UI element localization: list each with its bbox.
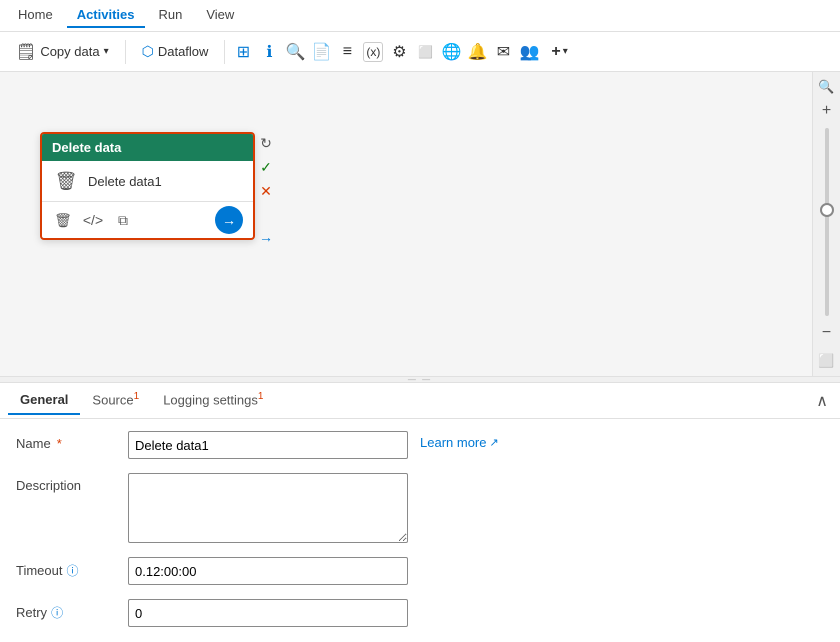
mail-icon[interactable]: ✉ — [493, 42, 513, 62]
search-zoom-icon[interactable]: 🔍 — [816, 76, 838, 98]
tab-general[interactable]: General — [8, 386, 80, 415]
external-link-icon: ↗ — [489, 436, 498, 449]
copy-data-chevron: ▾ — [104, 46, 109, 57]
nav-activities[interactable]: Activities — [67, 3, 145, 28]
refresh-btn[interactable]: ↻ — [255, 132, 277, 154]
plus-icon: + — [551, 43, 560, 61]
timeout-input[interactable] — [128, 557, 408, 585]
activity-header: Delete data — [42, 134, 253, 161]
info-icon[interactable]: ℹ — [259, 42, 279, 62]
teams-icon[interactable]: 👥 — [519, 42, 539, 62]
tab-logging[interactable]: Logging settings1 — [151, 385, 275, 415]
tab-general-label: General — [20, 392, 68, 407]
dataflow-icon: ⬡ — [142, 43, 154, 60]
dataflow-button[interactable]: ⬡ Dataflow — [134, 39, 217, 64]
code-icon[interactable]: </> — [82, 209, 104, 231]
top-nav: Home Activities Run View — [0, 0, 840, 32]
name-required: * — [57, 436, 62, 451]
close-btn[interactable]: ✕ — [255, 180, 277, 202]
copy-data-icon: 🗒 — [16, 42, 36, 62]
toolbar-divider-2 — [224, 40, 225, 64]
notification-icon[interactable]: 🔔 — [467, 42, 487, 62]
zoom-thumb[interactable] — [820, 203, 834, 217]
activity-name: Delete data1 — [88, 174, 162, 189]
check-btn[interactable]: ✓ — [255, 156, 277, 178]
description-row: Description — [16, 473, 824, 543]
arrow-btn[interactable]: → — [255, 226, 277, 248]
activity-body: 🗑 Delete data1 — [42, 161, 253, 202]
toolbar-divider-1 — [125, 40, 126, 64]
add-button[interactable]: + ▾ — [545, 39, 573, 65]
plus-chevron: ▾ — [563, 46, 568, 57]
bottom-panel: General Source1 Logging settings1 ∧ Name… — [0, 382, 840, 642]
source-badge: 1 — [134, 391, 140, 402]
retry-row: Retry ⓘ — [16, 599, 824, 627]
zoom-slider[interactable] — [825, 128, 829, 316]
frame-icon[interactable]: ⬜ — [415, 42, 435, 62]
dataflow-label: Dataflow — [158, 44, 209, 59]
formula-icon[interactable]: (x) — [363, 42, 383, 62]
activity-footer: 🗑 </> ⧉ → — [42, 202, 253, 238]
grid-icon[interactable]: ⊞ — [233, 42, 253, 62]
nav-view[interactable]: View — [196, 3, 244, 28]
tab-source[interactable]: Source1 — [80, 385, 151, 415]
fit-screen-button[interactable]: ⬜ — [816, 350, 838, 372]
copy-activity-icon[interactable]: ⧉ — [112, 209, 134, 231]
description-input[interactable] — [128, 473, 408, 543]
globe-icon[interactable]: 🌐 — [441, 42, 461, 62]
nav-run[interactable]: Run — [149, 3, 193, 28]
name-row: Name * Learn more ↗ — [16, 431, 824, 459]
document-icon[interactable]: 📄 — [311, 42, 331, 62]
nav-home[interactable]: Home — [8, 3, 63, 28]
logging-badge: 1 — [258, 391, 264, 402]
toolbar: 🗒 Copy data ▾ ⬡ Dataflow ⊞ ℹ 🔍 📄 ≡ (x) ⚙… — [0, 32, 840, 72]
activity-node[interactable]: Delete data 🗑 Delete data1 🗑 </> ⧉ → — [40, 132, 255, 240]
copy-data-button[interactable]: 🗒 Copy data ▾ — [8, 38, 117, 66]
zoom-controls: 🔍 + − ⬜ — [812, 72, 840, 376]
retry-label: Retry ⓘ — [16, 599, 116, 621]
node-side-controls: ↻ ✓ ✕ → — [255, 132, 277, 248]
description-label: Description — [16, 473, 116, 493]
zoom-out-button[interactable]: − — [816, 322, 838, 344]
timeout-row: Timeout ⓘ — [16, 557, 824, 585]
timeout-label: Timeout ⓘ — [16, 557, 116, 579]
retry-info-icon[interactable]: ⓘ — [51, 604, 63, 621]
activity-title: Delete data — [52, 140, 121, 155]
name-label: Name * — [16, 431, 116, 451]
retry-input[interactable] — [128, 599, 408, 627]
delete-activity-icon[interactable]: 🗑 — [52, 209, 74, 231]
name-input[interactable] — [128, 431, 408, 459]
form-content: Name * Learn more ↗ Description Timeout … — [0, 419, 840, 642]
tab-source-label: Source — [92, 393, 133, 408]
activity-trash-icon: 🗑 — [52, 167, 80, 195]
learn-more-link[interactable]: Learn more ↗ — [420, 431, 499, 450]
canvas-area: Delete data 🗑 Delete data1 🗑 </> ⧉ → ↻ ✓… — [0, 72, 840, 376]
panel-tabs: General Source1 Logging settings1 ∧ — [0, 383, 840, 419]
copy-data-label: Copy data — [40, 44, 99, 59]
panel-collapse-button[interactable]: ∧ — [812, 387, 832, 415]
search-icon[interactable]: 🔍 — [285, 42, 305, 62]
timeout-info-icon[interactable]: ⓘ — [66, 562, 78, 579]
go-button[interactable]: → — [215, 206, 243, 234]
zoom-in-button[interactable]: + — [816, 100, 838, 122]
settings-icon[interactable]: ⚙ — [389, 42, 409, 62]
list-icon[interactable]: ≡ — [337, 42, 357, 62]
tab-logging-label: Logging settings — [163, 393, 258, 408]
